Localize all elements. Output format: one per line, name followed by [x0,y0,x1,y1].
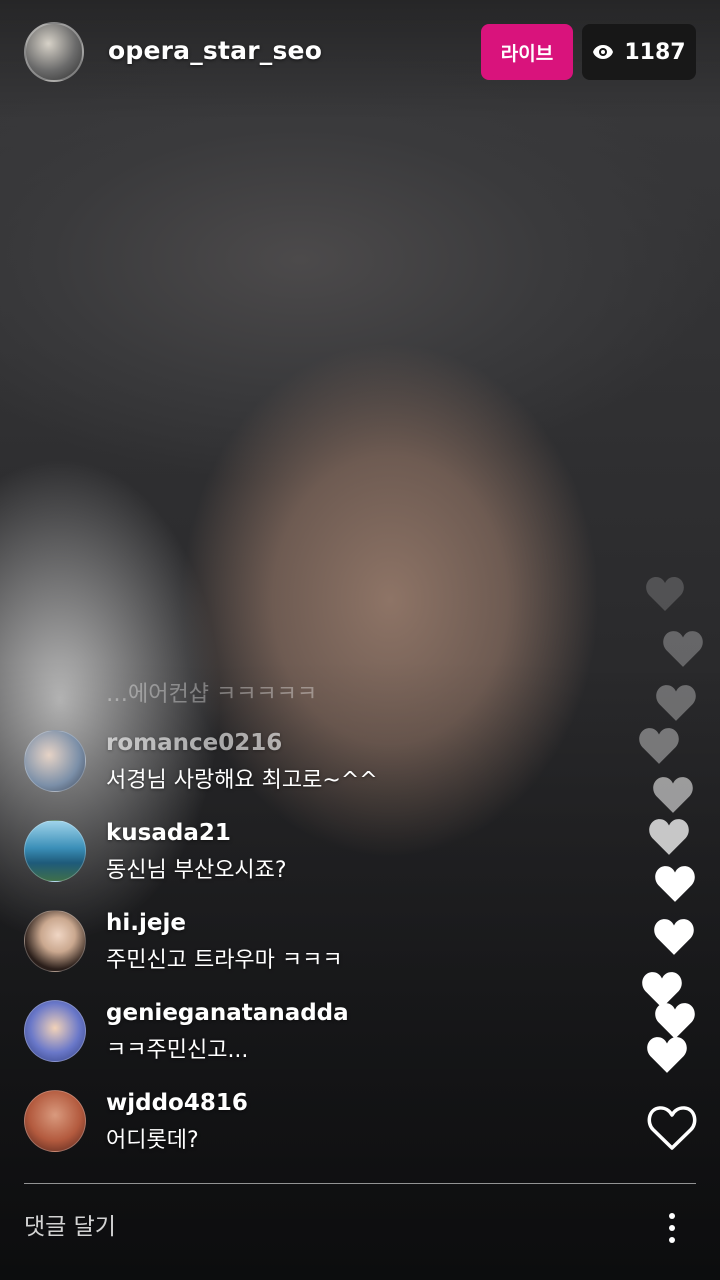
comment-message: 어디롯데? [106,1128,199,1153]
comment-message: 서경님 사랑해요 최고로~^^ [106,768,378,793]
comment-message: ㅋㅋ주민신고... [106,1038,249,1063]
commenter-username[interactable]: romance0216 [106,730,282,756]
floating-heart-icon [653,777,693,813]
comment-message: 주민신고 트라우마 ㅋㅋㅋ [106,948,343,973]
floating-heart-icon [656,685,696,721]
live-header: opera_star_seo 라이브 1187 [0,0,720,104]
host-username[interactable]: opera_star_seo [108,36,322,65]
comment-input[interactable] [24,1196,584,1258]
heart-outline-icon [647,1106,697,1150]
commenter-avatar[interactable] [24,730,86,792]
floating-heart-icon [655,1003,695,1039]
commenter-avatar[interactable] [24,1090,86,1152]
comment-item: wjddo4816 어디롯데? [24,1090,484,1154]
more-options-button[interactable] [654,1206,690,1250]
commenter-avatar[interactable] [24,1000,86,1062]
comment-message: 동신님 부산오시죠? [106,858,287,883]
comment-item: romance0216 서경님 사랑해요 최고로~^^ [24,730,484,794]
faded-comment: …에어컨샵 ㅋㅋㅋㅋㅋ [24,672,484,712]
floating-heart-icon [654,919,694,955]
like-button[interactable] [646,1104,698,1152]
footer-divider [24,1183,696,1184]
more-vertical-icon [669,1213,675,1219]
floating-heart-icon [639,728,679,764]
commenter-username[interactable]: hi.jeje [106,910,186,936]
commenter-username[interactable]: kusada21 [106,820,231,846]
more-vertical-icon-dot [669,1225,675,1231]
eye-icon [593,45,614,59]
floating-heart-icon [646,577,684,611]
viewer-count: 1187 [624,39,686,65]
more-vertical-icon-dot [669,1237,675,1243]
floating-heart-icon [663,631,703,667]
comment-item: hi.jeje 주민신고 트라우마 ㅋㅋㅋ [24,910,484,974]
floating-heart-icon [649,819,689,855]
comment-item: kusada21 동신님 부산오시죠? [24,820,484,884]
commenter-username[interactable]: genieganatanadda [106,1000,349,1026]
faded-comment-text: …에어컨샵 ㅋㅋㅋㅋㅋ [106,682,318,707]
live-badge: 라이브 [481,24,573,80]
comment-item: genieganatanadda ㅋㅋ주민신고... [24,1000,484,1064]
host-avatar[interactable] [24,22,84,82]
commenter-avatar[interactable] [24,820,86,882]
commenter-avatar[interactable] [24,910,86,972]
commenter-username[interactable]: wjddo4816 [106,1090,248,1116]
viewer-count-badge[interactable]: 1187 [582,24,696,80]
floating-heart-icon [655,866,695,902]
floating-heart-icon [647,1037,687,1073]
